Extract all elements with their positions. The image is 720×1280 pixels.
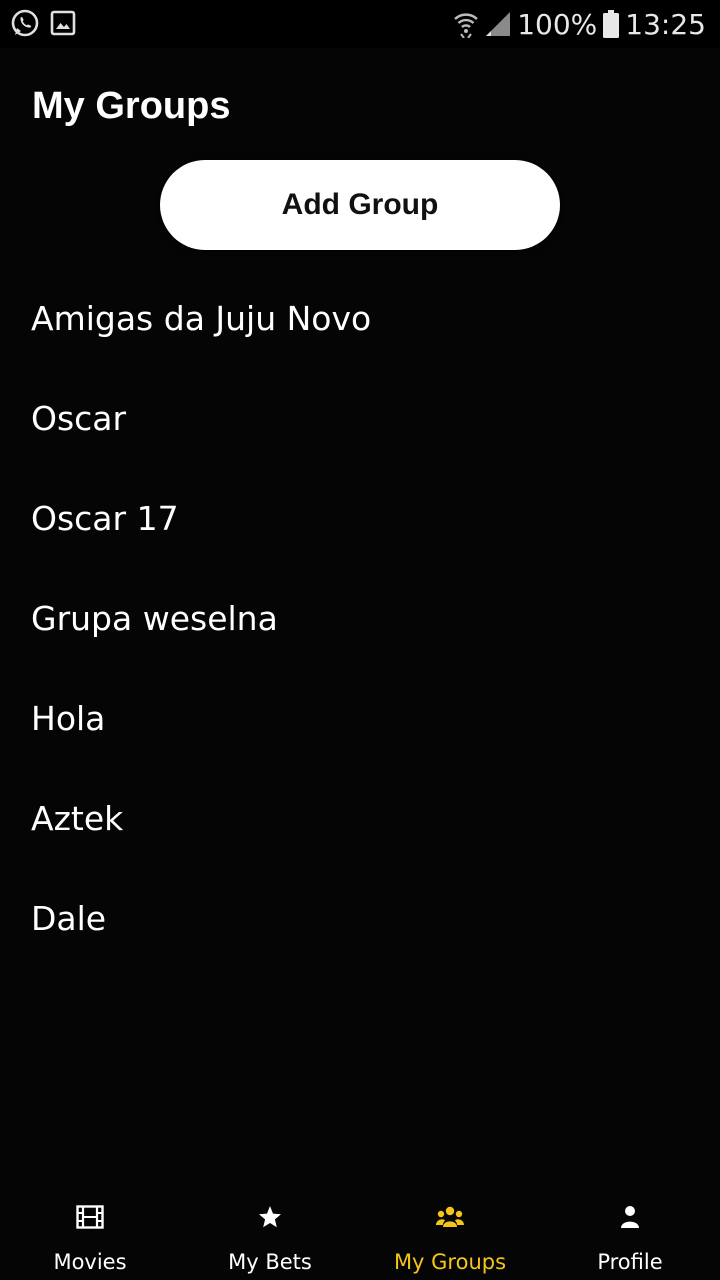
group-list-item[interactable]: Oscar: [0, 368, 720, 468]
whatsapp-icon: [10, 8, 40, 43]
group-icon: [436, 1204, 464, 1230]
star-icon: [258, 1204, 282, 1230]
group-list-item[interactable]: Aztek: [0, 768, 720, 868]
add-group-button[interactable]: Add Group: [160, 160, 560, 250]
clock: 13:25: [625, 7, 706, 41]
film-icon: [76, 1204, 104, 1230]
group-list-item[interactable]: Amigas da Juju Novo: [0, 268, 720, 368]
status-left-icons: [10, 8, 76, 43]
nav-label: Profile: [597, 1250, 663, 1274]
user-icon: [620, 1204, 640, 1230]
bottom-nav: Movies My Bets My Groups Profile: [0, 1184, 720, 1280]
battery-percent: 100%: [517, 7, 598, 41]
group-list: Amigas da Juju Novo Oscar Oscar 17 Grupa…: [0, 268, 720, 968]
group-list-item[interactable]: Dale: [0, 868, 720, 968]
image-icon: [50, 10, 76, 41]
status-bar: 100% 13:25: [0, 0, 720, 48]
page-title: My Groups: [32, 85, 231, 127]
nav-tab-profile[interactable]: Profile: [540, 1184, 720, 1280]
nav-tab-my-groups[interactable]: My Groups: [360, 1184, 540, 1280]
app-screen: 100% 13:25 My Groups Add Group Amigas da…: [0, 0, 720, 1280]
group-list-item[interactable]: Hola: [0, 668, 720, 768]
status-right: 100% 13:25: [453, 0, 706, 48]
group-list-item[interactable]: Grupa weselna: [0, 568, 720, 668]
nav-label: My Bets: [228, 1250, 312, 1274]
wifi-icon: [453, 10, 479, 38]
group-list-item[interactable]: Oscar 17: [0, 468, 720, 568]
nav-label: Movies: [53, 1250, 127, 1274]
signal-icon: [485, 11, 511, 37]
nav-tab-movies[interactable]: Movies: [0, 1184, 180, 1280]
battery-icon: [603, 10, 620, 38]
nav-label: My Groups: [393, 1250, 507, 1274]
nav-tab-my-bets[interactable]: My Bets: [180, 1184, 360, 1280]
